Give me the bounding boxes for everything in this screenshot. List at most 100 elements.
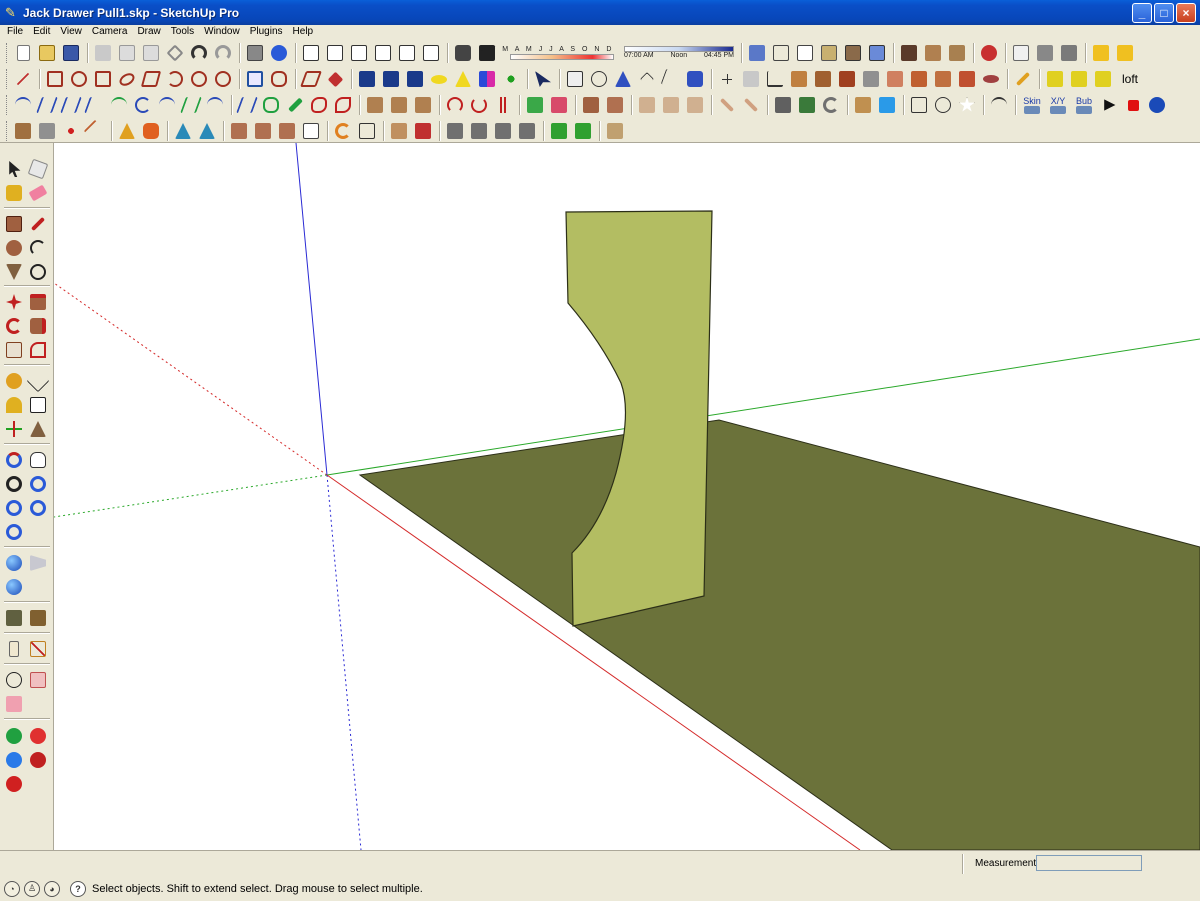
loft-label[interactable]: loft: [1122, 72, 1138, 86]
make-component-button[interactable]: [27, 158, 49, 180]
weld-button[interactable]: [332, 120, 354, 142]
menu-edit[interactable]: Edit: [28, 25, 55, 39]
beam-b-button[interactable]: [660, 94, 682, 116]
dash-b-button[interactable]: [740, 94, 762, 116]
monochrome-button[interactable]: [866, 42, 888, 64]
beam-a-button[interactable]: [636, 94, 658, 116]
help-icon[interactable]: ?: [70, 880, 86, 897]
polygon-tool-button[interactable]: [92, 68, 114, 90]
array-b-button[interactable]: [252, 120, 274, 142]
menu-camera[interactable]: Camera: [87, 25, 133, 39]
polygon-curve-button[interactable]: [260, 94, 282, 116]
section-plane-button[interactable]: [908, 94, 930, 116]
axes-button[interactable]: [4, 419, 24, 439]
user-icon[interactable]: ◕: [44, 880, 60, 897]
chair-tool-button[interactable]: [812, 68, 834, 90]
freehand-tool-button[interactable]: [268, 68, 290, 90]
erase-button[interactable]: [164, 42, 186, 64]
menu-file[interactable]: File: [2, 25, 28, 39]
pixel-tool-button[interactable]: [476, 68, 498, 90]
bolt-button[interactable]: [36, 120, 58, 142]
lattice-d-button[interactable]: [516, 120, 538, 142]
menu-tools[interactable]: Tools: [166, 25, 199, 39]
ellipse-tool-button[interactable]: [116, 68, 138, 90]
bridge-button[interactable]: [988, 94, 1010, 116]
box-closed-button[interactable]: [604, 94, 626, 116]
walk-button[interactable]: [28, 553, 48, 573]
panel-tool-button[interactable]: [740, 68, 762, 90]
box-open-button[interactable]: [580, 94, 602, 116]
dots-tool-button[interactable]: [500, 68, 522, 90]
copy-button[interactable]: [116, 42, 138, 64]
move-button[interactable]: [4, 292, 24, 312]
fillet-button[interactable]: [204, 94, 226, 116]
blob-button[interactable]: [308, 94, 330, 116]
refresh-button[interactable]: [820, 94, 842, 116]
twist-button[interactable]: [772, 94, 794, 116]
menu-plugins[interactable]: Plugins: [245, 25, 288, 39]
toolbar-grip[interactable]: [6, 121, 9, 141]
catmull-button[interactable]: [84, 94, 106, 116]
rotate-button[interactable]: [4, 316, 24, 336]
eraser-plugin-button[interactable]: [884, 68, 906, 90]
section-plane-left-button[interactable]: [4, 639, 24, 659]
grid-cube-button[interactable]: [356, 120, 378, 142]
google-earth-preview-button[interactable]: [4, 774, 24, 794]
offset-tool-button[interactable]: [244, 68, 266, 90]
google-earth-toggle-button[interactable]: [4, 750, 24, 770]
wireframe-button[interactable]: [770, 42, 792, 64]
paste-button[interactable]: [140, 42, 162, 64]
select-tool-button[interactable]: [4, 159, 24, 179]
view-iso-button[interactable]: [300, 42, 322, 64]
undo-button[interactable]: [188, 42, 210, 64]
ne-button[interactable]: [1092, 68, 1114, 90]
dimension-button-left[interactable]: [26, 369, 50, 393]
shaded-button[interactable]: [818, 42, 840, 64]
circle-tool-button[interactable]: [68, 68, 90, 90]
open-file-button[interactable]: [36, 42, 58, 64]
pyramid-button[interactable]: [612, 68, 634, 90]
box-wood-button[interactable]: [388, 120, 410, 142]
minimize-button[interactable]: _: [1132, 2, 1152, 23]
beam-c-button[interactable]: [684, 94, 706, 116]
paint-bucket-button[interactable]: [946, 42, 968, 64]
sofa-tool-button[interactable]: [836, 68, 858, 90]
fill-tool-button[interactable]: [324, 68, 346, 90]
ground-board[interactable]: [358, 419, 1200, 850]
array-a-button[interactable]: [228, 120, 250, 142]
cube-mesh-button[interactable]: [564, 68, 586, 90]
menu-view[interactable]: View: [55, 25, 87, 39]
offset-button[interactable]: [28, 340, 48, 360]
google-earth-add-button[interactable]: [4, 726, 24, 746]
save-button[interactable]: [60, 42, 82, 64]
flag-button[interactable]: [300, 120, 322, 142]
vector-push-pull-button[interactable]: [388, 94, 410, 116]
terrain-button[interactable]: [172, 120, 194, 142]
tree-button[interactable]: [548, 120, 570, 142]
play-button[interactable]: [1098, 94, 1120, 116]
section-cut-button[interactable]: [932, 94, 954, 116]
push-pull-button[interactable]: [28, 292, 48, 312]
bezier-button[interactable]: [36, 94, 58, 116]
materials-button[interactable]: [922, 42, 944, 64]
view-right-button[interactable]: [372, 42, 394, 64]
box-red-button[interactable]: [412, 120, 434, 142]
parallelogram-tool-button[interactable]: [140, 68, 162, 90]
triangulate-button[interactable]: [116, 120, 138, 142]
eraser-tool-button[interactable]: [28, 183, 48, 203]
curve-tool-button[interactable]: [980, 68, 1002, 90]
share-model-button[interactable]: [28, 608, 48, 628]
redo-button[interactable]: [212, 42, 234, 64]
hidden-line-button[interactable]: [794, 42, 816, 64]
board-tool-button[interactable]: [788, 68, 810, 90]
maximize-button[interactable]: □: [1154, 2, 1174, 23]
sphere-tool-button[interactable]: [188, 68, 210, 90]
line-tool-button[interactable]: [12, 68, 34, 90]
photo-textures-button[interactable]: [4, 694, 24, 714]
arc-curve-button[interactable]: [12, 94, 34, 116]
position-camera-button[interactable]: [4, 553, 24, 573]
previous-view-button[interactable]: [4, 498, 24, 518]
section-toggle-button[interactable]: [28, 639, 48, 659]
google-earth-remove-button[interactable]: [28, 726, 48, 746]
view-top-button[interactable]: [324, 42, 346, 64]
